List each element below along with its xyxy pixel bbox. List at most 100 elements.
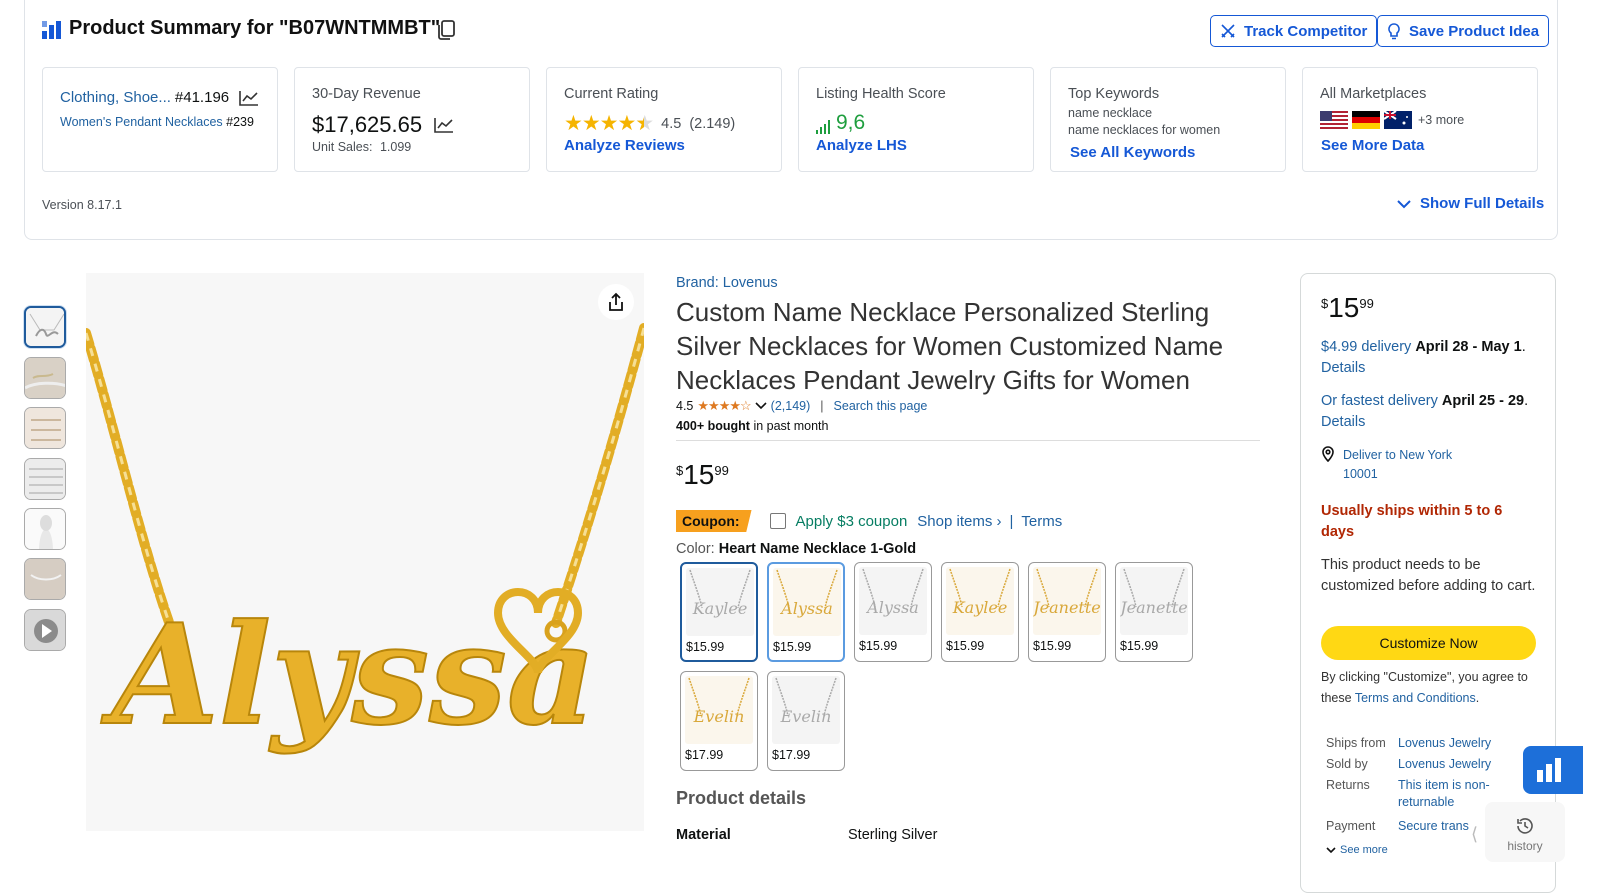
- customization-note: This product needs to be customized befo…: [1321, 557, 1536, 594]
- swatch-price: $15.99: [686, 640, 725, 654]
- video-thumbnail[interactable]: [24, 609, 66, 651]
- more-marketplaces[interactable]: +3 more: [1418, 113, 1464, 127]
- reviews-count-link[interactable]: (2,149): [771, 399, 811, 413]
- price-whole: 15: [1328, 292, 1360, 323]
- bought-count: 400+ bought: [676, 419, 750, 433]
- brand-link[interactable]: Brand: Lovenus: [676, 275, 778, 291]
- rating-value: 4.5: [676, 399, 694, 413]
- show-full-details-label: Show Full Details: [1420, 195, 1545, 212]
- history-widget[interactable]: ⟨ history: [1471, 802, 1565, 862]
- thumbnail[interactable]: [24, 458, 66, 500]
- color-swatch[interactable]: Jeanette $15.99: [1028, 562, 1106, 662]
- swatch-name: Evelin: [693, 707, 745, 726]
- ships-from-value[interactable]: Lovenus Jewelry: [1398, 735, 1491, 752]
- share-button[interactable]: [598, 284, 634, 320]
- color-swatch[interactable]: Evelin $17.99: [767, 671, 845, 771]
- color-swatch[interactable]: Kaylee $15.99: [941, 562, 1019, 662]
- color-swatch[interactable]: Jeanette $15.99: [1115, 562, 1193, 662]
- extension-fab-button[interactable]: [1523, 746, 1583, 794]
- color-swatch[interactable]: Kaylee $15.99: [680, 562, 758, 662]
- swatch-image: Evelin: [685, 676, 753, 744]
- swatch-price: $17.99: [685, 748, 724, 762]
- shop-items-link[interactable]: Shop items ›: [917, 513, 1001, 530]
- thumbnail-image: [25, 459, 65, 499]
- payment-value[interactable]: Secure trans: [1398, 818, 1469, 835]
- swatch-image: Alyssa: [859, 567, 927, 635]
- see-all-keywords-link[interactable]: See All Keywords: [1070, 144, 1195, 161]
- swatch-price: $15.99: [1033, 639, 1072, 653]
- trend-chart-icon[interactable]: [239, 90, 259, 106]
- signal-bars-icon: [816, 120, 830, 134]
- coupon-row: Coupon: Apply $3 coupon Shop items › | T…: [676, 510, 1062, 532]
- agreement-period: .: [1475, 691, 1480, 705]
- see-more-toggle[interactable]: See more: [1326, 842, 1388, 859]
- thumbnail[interactable]: [24, 306, 66, 348]
- rating-row: 4.5 ★★★★☆ (2,149) | Search this page: [676, 398, 928, 414]
- category-link[interactable]: Clothing, Shoe...: [60, 89, 171, 106]
- unit-sales-value: 1.099: [379, 140, 412, 154]
- customize-now-button[interactable]: Customize Now: [1321, 626, 1536, 660]
- delivery-details-link[interactable]: Details: [1321, 360, 1365, 376]
- customize-agreement: By clicking "Customize", you agree to th…: [1321, 667, 1541, 709]
- subcategory-link[interactable]: Women's Pendant Necklaces: [60, 115, 223, 129]
- color-swatch[interactable]: Alyssa $15.99: [767, 562, 845, 662]
- swatch-name: Kaylee: [692, 599, 748, 618]
- color-value: Heart Name Necklace 1-Gold: [718, 541, 917, 557]
- deliver-to-city: Deliver to New York: [1343, 448, 1453, 462]
- sold-by-value[interactable]: Lovenus Jewelry: [1398, 756, 1491, 773]
- color-swatch[interactable]: Evelin $17.99: [680, 671, 758, 771]
- delivery-info: $4.99 delivery April 28 - May 1. Details: [1321, 337, 1546, 379]
- apply-coupon-label[interactable]: Apply $3 coupon: [796, 513, 908, 530]
- price-whole: 15: [683, 459, 715, 490]
- thumbnail[interactable]: [24, 407, 66, 449]
- thumbnail-image: [25, 358, 65, 398]
- coupon-badge: Coupon:: [676, 510, 752, 532]
- thumbnail-image: [25, 559, 65, 599]
- thumbnail[interactable]: [24, 558, 66, 600]
- rating-stars[interactable]: ★★★★☆: [697, 398, 751, 414]
- track-competitor-button[interactable]: Track Competitor: [1210, 15, 1378, 47]
- thumbnail[interactable]: [24, 508, 66, 550]
- deliver-to-location[interactable]: Deliver to New York 10001: [1321, 446, 1452, 484]
- history-label: history: [1507, 839, 1543, 853]
- delivery-fee: $4.99 delivery: [1321, 339, 1416, 355]
- swatch-image: Alyssa: [773, 568, 841, 636]
- terms-link[interactable]: Terms: [1021, 513, 1062, 530]
- save-product-idea-button[interactable]: Save Product Idea: [1377, 15, 1550, 47]
- chevron-down-icon[interactable]: [755, 402, 767, 410]
- rating-stars: ★★★★★★: [564, 112, 654, 135]
- copy-icon[interactable]: [434, 18, 458, 42]
- terms-conditions-link[interactable]: Terms and Conditions: [1355, 691, 1476, 705]
- delivery-period: .: [1521, 339, 1526, 355]
- color-swatch[interactable]: Alyssa $15.99: [854, 562, 932, 662]
- ships-from-label: Ships from: [1326, 736, 1386, 750]
- keyword-item: name necklaces for women: [1068, 123, 1221, 137]
- revenue-label: 30-Day Revenue: [312, 86, 421, 102]
- see-more-data-link[interactable]: See More Data: [1321, 137, 1424, 154]
- swatch-price: $17.99: [772, 748, 811, 762]
- top-keywords-card: Top Keywords name necklace name necklace…: [1050, 67, 1286, 172]
- apply-coupon-checkbox[interactable]: [769, 513, 786, 529]
- analyze-reviews-link[interactable]: Analyze Reviews: [564, 137, 685, 154]
- top-keywords-label: Top Keywords: [1068, 86, 1160, 102]
- search-this-page-link[interactable]: Search this page: [834, 399, 928, 413]
- swatch-price: $15.99: [1120, 639, 1159, 653]
- collapse-arrow-icon[interactable]: ⟨: [1471, 824, 1478, 845]
- fastest-details-link[interactable]: Details: [1321, 414, 1365, 430]
- version-label: Version 8.17.1: [42, 198, 122, 212]
- analyze-lhs-link[interactable]: Analyze LHS: [816, 137, 907, 154]
- rating-label: Current Rating: [564, 86, 659, 102]
- swatch-image: Kaylee: [946, 567, 1014, 635]
- main-product-image[interactable]: Alyssa: [86, 273, 644, 831]
- unit-sales-label: Unit Sales:: [312, 140, 373, 154]
- delivery-date: April 28 - May 1: [1415, 339, 1522, 355]
- swatch-price: $15.99: [946, 639, 985, 653]
- color-selection: Color: Heart Name Necklace 1-Gold: [676, 541, 916, 557]
- show-full-details-button[interactable]: Show Full Details: [1396, 195, 1544, 212]
- buybox-price: $ 15 99: [1321, 293, 1374, 323]
- thumbnail[interactable]: [24, 357, 66, 399]
- thumbnail-image: [26, 308, 64, 346]
- trend-chart-icon[interactable]: [434, 117, 454, 133]
- bought-info: 400+ bought in past month: [676, 419, 828, 433]
- fastest-delivery-period: .: [1524, 393, 1529, 409]
